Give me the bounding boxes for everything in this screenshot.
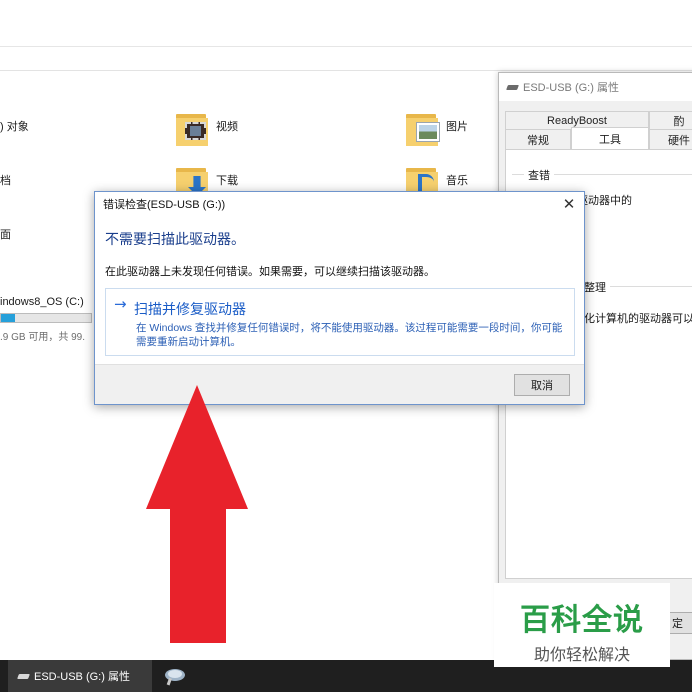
dialog-title: 错误检查(ESD-USB (G:)) <box>103 199 226 211</box>
red-arrow-shape <box>146 385 248 643</box>
folder-pictures-label: 图片 <box>446 121 468 133</box>
tab-tools[interactable]: 工具 <box>571 127 649 149</box>
taskbar-item-properties[interactable]: ESD-USB (G:) 属性 <box>8 660 152 692</box>
dialog-titlebar: 错误检查(ESD-USB (G:)) ✕ <box>95 192 584 216</box>
arrow-right-icon: → <box>114 295 127 313</box>
taskbar-item-label: ESD-USB (G:) 属性 <box>34 671 130 683</box>
folder-pictures[interactable]: 图片 <box>406 114 468 148</box>
video-folder-icon <box>176 114 210 148</box>
usb-drive-icon <box>17 673 30 679</box>
properties-tabs-row-2: 常规 工具 硬件 <box>505 127 692 149</box>
optimize-text: 化计算机的驱动器可以 <box>584 313 692 325</box>
properties-titlebar: ESD-USB (G:) 属性 <box>499 73 692 101</box>
watermark-title: 百科全说 <box>520 604 644 637</box>
drive-c-name: indows8_OS (C:) <box>0 296 84 308</box>
tab-hardware[interactable]: 硬件 <box>649 129 692 149</box>
disk-check-icon[interactable] <box>162 666 188 686</box>
folder-label-3d-objects[interactable]: ) 对象 <box>0 118 29 134</box>
dialog-description: 在此驱动器上未发现任何错误。如果需要，可以继续扫描该驱动器。 <box>105 266 435 278</box>
folder-videos-label: 视频 <box>216 121 238 133</box>
pictures-folder-icon <box>406 114 440 148</box>
properties-title: ESD-USB (G:) 属性 <box>523 82 619 94</box>
drive-c-usage-fill <box>1 314 15 322</box>
error-checking-group: 查错 <box>512 167 692 183</box>
address-bar-divider <box>0 46 692 47</box>
watermark: 百科全说 助你轻松解决 <box>494 583 670 667</box>
close-icon[interactable]: ✕ <box>558 194 580 214</box>
cancel-button[interactable]: 取消 <box>514 374 570 396</box>
folder-downloads-label: 下载 <box>216 175 238 187</box>
drive-c[interactable]: indows8_OS (C:) .9 GB 可用，共 99. <box>0 296 92 343</box>
folder-music-label: 音乐 <box>446 175 468 187</box>
folder-videos[interactable]: 视频 <box>176 114 238 148</box>
red-arrow-annotation <box>146 385 248 643</box>
usb-drive-icon <box>506 84 519 90</box>
dialog-heading: 不需要扫描此驱动器。 <box>105 231 245 247</box>
folder-label-desktop[interactable]: 面 <box>0 226 11 242</box>
error-checking-dialog: 错误检查(ESD-USB (G:)) ✕ 不需要扫描此驱动器。 在此驱动器上未发… <box>94 191 585 405</box>
error-checking-label: 查错 <box>524 167 554 183</box>
tab-general[interactable]: 常规 <box>505 129 571 149</box>
scan-and-repair-title: 扫描并修复驱动器 <box>134 301 246 317</box>
scan-and-repair-command-link[interactable]: → 扫描并修复驱动器 在 Windows 查找并修复任何错误时，将不能使用驱动器… <box>105 288 575 356</box>
scan-and-repair-subtitle: 在 Windows 查找并修复任何错误时，将不能使用驱动器。该过程可能需要一段时… <box>136 322 563 348</box>
folder-label-documents[interactable]: 档 <box>0 172 11 188</box>
drive-c-free-space: .9 GB 可用，共 99. <box>0 332 86 343</box>
tab-more[interactable]: 酌 <box>649 111 692 129</box>
watermark-subtitle: 助你轻松解决 <box>533 647 630 664</box>
drive-c-usage-bar <box>0 313 92 323</box>
